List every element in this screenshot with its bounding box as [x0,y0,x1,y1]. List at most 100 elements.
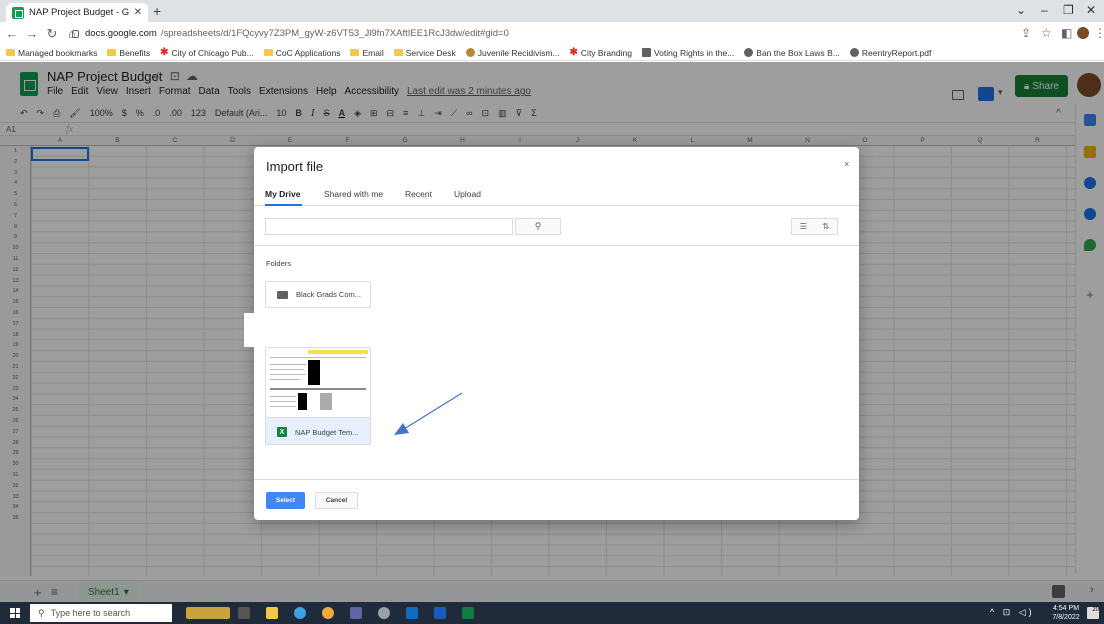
thumb-line [270,369,304,370]
address-bar: ← → ↻ ⌂ docs.google.com/spreadsheets/d/1… [0,22,1104,45]
clock-time: 4:54 PM [1052,605,1080,612]
chrome-icon[interactable] [322,607,334,619]
excel-file-icon: X [277,427,287,437]
bookmark-email[interactable]: Email [350,48,384,58]
reload-icon[interactable]: ↻ [44,26,60,42]
close-window-icon[interactable]: ✕ [1086,3,1096,17]
active-tab-indicator [265,204,302,206]
clock-date: 7/8/2022 [1052,614,1080,621]
select-button[interactable]: Select [266,492,305,509]
windows-taskbar: ⚲ Type here to search ^ ⊡ ◁) 4:54 PM 7/8/… [0,602,1104,624]
taskbar-search[interactable]: ⚲ Type here to search [30,604,172,622]
file-label-row: X NAP Budget Tem... [266,420,370,444]
bookmark-label: Juvenile Recidivism... [477,47,560,58]
view-toggle[interactable]: ☰ ⇅ [791,218,838,235]
bookmark-service-desk[interactable]: Service Desk [393,47,456,58]
browser-menu-icon[interactable]: ⋮ [1094,26,1104,40]
file-item[interactable]: X NAP Budget Tem... [265,347,371,445]
bookmark-label: City of Chicago Pub... [171,47,254,58]
taskbar-search-placeholder: Type here to search [50,608,131,618]
folder-item[interactable]: Black Grads Com... [265,281,371,308]
star-icon: ✱ [569,47,578,58]
folder-icon [277,290,288,299]
search-icon: ⚲ [534,221,542,231]
edge-icon[interactable] [294,607,306,619]
redaction-block [244,313,264,347]
file-explorer-icon[interactable] [266,607,278,619]
close-dialog-icon[interactable]: × [844,159,849,169]
sort-icon[interactable]: ⇅ [823,222,830,231]
new-tab-icon[interactable]: + [153,3,161,19]
search-icon: ⚲ [38,607,45,618]
restore-icon[interactable]: ❐ [1063,3,1074,17]
profile-avatar[interactable] [1077,27,1089,39]
thumb-line [270,406,296,407]
thumb-line [270,364,306,365]
bookmark-city-chicago[interactable]: ✱ City of Chicago Pub... [160,47,254,58]
footer-divider [254,479,859,480]
tab-shared-with-me[interactable]: Shared with me [324,189,383,199]
thumb-header-bar [308,350,368,354]
dialog-tabs: My Drive Shared with me Recent Upload [254,184,859,206]
bookmark-ban-box[interactable]: Ban the Box Laws B... [744,48,840,58]
ballot-icon [641,48,651,57]
news-widget-icon[interactable] [186,607,230,619]
lock-icon[interactable] [72,29,79,38]
dialog-title: Import file [266,159,324,174]
tab-close-icon[interactable]: ✕ [134,7,142,18]
share-page-icon[interactable]: ⇪ [1021,26,1031,40]
bookmark-label: Service Desk [405,47,456,58]
url-field[interactable]: docs.google.com/spreadsheets/d/1FQcyvy7Z… [72,25,992,42]
thumb-block [298,393,307,410]
bookmark-label: City Branding [580,47,632,58]
outlook-icon[interactable] [406,607,418,619]
thumb-line [270,396,296,397]
folder-icon [393,49,403,56]
cancel-button[interactable]: Cancel [315,492,358,509]
word-icon[interactable] [434,607,446,619]
back-icon[interactable]: ← [4,26,20,41]
annotation-arrow [394,392,463,435]
folder-icon [350,49,360,56]
windows-start-icon[interactable] [10,608,20,618]
forward-icon[interactable]: → [24,26,40,41]
tab-my-drive[interactable]: My Drive [265,189,300,199]
bookmark-star-icon[interactable]: ☆ [1041,26,1052,40]
import-file-dialog: Import file × My Drive Shared with me Re… [244,147,859,520]
bookmark-juvenile[interactable]: Juvenile Recidivism... [465,47,560,58]
settings-icon[interactable] [378,607,390,619]
minimize-icon[interactable]: – [1041,3,1048,17]
task-view-icon[interactable] [238,607,250,619]
folders-heading: Folders [266,259,292,268]
thumb-line [270,379,300,380]
tab-recent[interactable]: Recent [405,189,432,199]
globe-icon [465,48,475,57]
search-input[interactable] [265,218,513,235]
excel-icon[interactable] [462,607,474,619]
bookmark-benefits[interactable]: Benefits [107,48,150,58]
bookmark-voting[interactable]: Voting Rights in the... [641,48,734,58]
bookmark-city-branding[interactable]: ✱ City Branding [570,47,632,58]
teams-icon[interactable] [350,607,362,619]
globe-icon [744,48,754,57]
taskbar-clock[interactable]: 4:54 PM 7/8/2022 [1048,604,1084,622]
bookmark-coc[interactable]: CoC Applications [263,47,341,58]
notification-icon[interactable]: 20 [1087,607,1099,619]
thumb-block [308,360,320,385]
sidepanel-icon[interactable]: ◧ [1061,26,1072,40]
file-name: NAP Budget Tem... [295,427,359,437]
system-tray-icons[interactable]: ^ ⊡ ◁) [990,607,1035,618]
globe-icon [849,48,859,57]
folder-icon [6,49,15,56]
bookmark-label: CoC Applications [275,47,341,58]
sheets-favicon-icon [12,6,24,19]
thumb-line [270,388,366,390]
browser-tab[interactable]: NAP Project Budget - Google Sh ✕ [6,3,148,22]
bookmarks-bar: Managed bookmarks Benefits ✱ City of Chic… [0,45,1104,61]
bookmark-reentry[interactable]: ReentryReport.pdf [849,48,931,58]
tab-search-icon[interactable]: ⌄ [1016,3,1026,17]
list-view-icon[interactable]: ☰ [800,222,807,231]
bookmark-managed[interactable]: Managed bookmarks [6,48,97,58]
search-button[interactable]: ⚲ [515,218,561,235]
tab-upload[interactable]: Upload [454,189,481,199]
